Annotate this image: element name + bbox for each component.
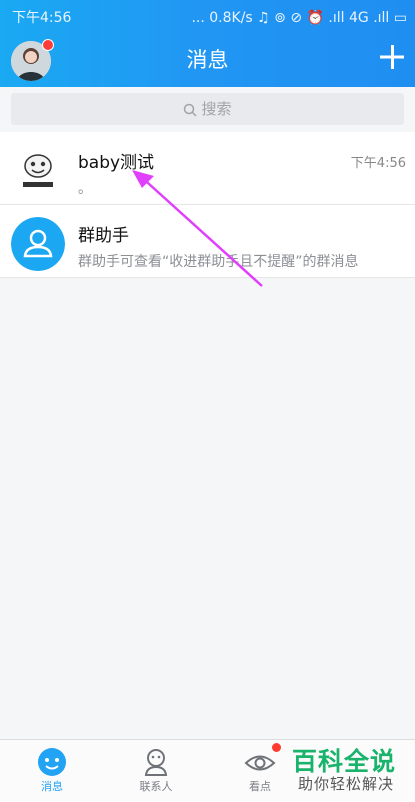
tab-contacts[interactable]: 联系人: [104, 740, 208, 802]
watermark-logo: 百科全说 助你轻松解决: [288, 742, 413, 798]
add-icon[interactable]: [379, 44, 405, 70]
status-indicators: ... 0.8K/s ♫ ⊚ ⊘ ⏰ .ıll 4G .ıll ▭: [191, 10, 407, 26]
conversation-time: 下午4:56: [350, 156, 406, 171]
conversation-preview: 。: [78, 181, 92, 197]
page-title: 消息: [186, 48, 229, 72]
tab-messages[interactable]: 消息: [0, 740, 104, 802]
contacts-tab-icon: [144, 749, 168, 776]
conversation-row-group-assistant[interactable]: 群助手 群助手可查看“收进群助手且不提醒”的群消息: [0, 205, 415, 278]
eye-tab-icon: [244, 755, 276, 771]
app-header: 下午4:56 ... 0.8K/s ♫ ⊚ ⊘ ⏰ .ıll 4G .ıll ▭…: [0, 0, 415, 87]
cartoon-avatar-icon: [11, 144, 65, 198]
conversation-name: 群助手: [78, 226, 129, 246]
conversation-list: baby测试 。 下午4:56 群助手 群助手可查看“收进群助手且不提醒”的群消…: [0, 132, 415, 278]
conversation-name: baby测试: [78, 153, 155, 173]
message-tab-icon: [38, 748, 66, 776]
conversation-row-baby[interactable]: baby测试 。 下午4:56: [0, 132, 415, 205]
tab-label: 消息: [41, 780, 63, 793]
watermark-sub-text: 助你轻松解决: [298, 775, 395, 793]
tab-badge-dot: [272, 743, 281, 752]
tab-label: 联系人: [139, 780, 173, 793]
search-placeholder: 搜索: [201, 100, 232, 118]
conversation-preview: 群助手可查看“收进群助手且不提醒”的群消息: [78, 254, 359, 270]
search-icon: [184, 103, 198, 117]
status-bar: 下午4:56 ... 0.8K/s ♫ ⊚ ⊘ ⏰ .ıll 4G .ıll ▭: [0, 0, 415, 36]
search-input[interactable]: 搜索: [11, 93, 404, 125]
group-assistant-icon: [11, 217, 65, 271]
status-time: 下午4:56: [12, 10, 72, 26]
search-bar: 搜索: [0, 87, 415, 132]
